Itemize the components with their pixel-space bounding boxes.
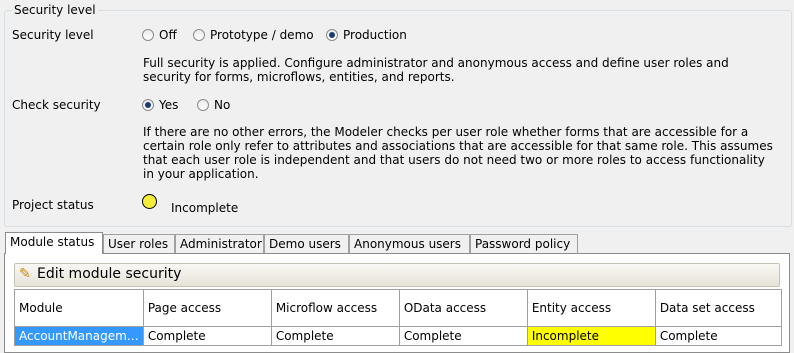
status-indicator-icon <box>142 194 157 209</box>
column-header-module[interactable]: Module <box>14 289 144 327</box>
security-level-group <box>4 10 792 227</box>
radio-off[interactable]: Off <box>142 28 177 42</box>
column-header-entity-access[interactable]: Entity access <box>526 289 656 327</box>
tab-anonymous-users[interactable]: Anonymous users <box>349 234 470 253</box>
table-header-row: Module Page access Microflow access ODat… <box>14 289 782 327</box>
column-header-microflow-access[interactable]: Microflow access <box>270 289 400 327</box>
radio-indicator-selected[interactable] <box>142 99 154 111</box>
radio-no[interactable]: No <box>197 98 230 112</box>
cell-entity-access[interactable]: Incomplete <box>526 326 656 346</box>
module-status-table: Module Page access Microflow access ODat… <box>14 289 782 346</box>
radio-prototype-demo[interactable]: Prototype / demo <box>193 28 314 42</box>
column-header-data-set-access[interactable]: Data set access <box>654 289 782 327</box>
column-header-odata-access[interactable]: OData access <box>398 289 528 327</box>
check-security-description: If there are no other errors, the Modele… <box>143 125 773 181</box>
cell-module[interactable]: AccountManagem… <box>14 326 144 346</box>
group-title: Security level <box>12 3 98 17</box>
edit-module-security-label: Edit module security <box>37 266 182 282</box>
security-level-description: Full security is applied. Configure admi… <box>143 56 729 84</box>
radio-indicator-selected[interactable] <box>326 29 338 41</box>
column-header-page-access[interactable]: Page access <box>142 289 272 327</box>
project-status-value: Incomplete <box>171 201 239 215</box>
tab-password-policy[interactable]: Password policy <box>470 234 578 253</box>
tab-demo-users[interactable]: Demo users <box>264 234 349 253</box>
tab-user-roles[interactable]: User roles <box>103 234 175 253</box>
radio-indicator[interactable] <box>197 99 209 111</box>
edit-module-security-button[interactable]: ✎ Edit module security <box>14 263 780 287</box>
radio-production[interactable]: Production <box>326 28 407 42</box>
pencil-icon: ✎ <box>19 266 31 282</box>
cell-odata-access[interactable]: Complete <box>398 326 528 346</box>
radio-indicator[interactable] <box>193 29 205 41</box>
cell-data-set-access[interactable]: Complete <box>654 326 782 346</box>
table-row[interactable]: AccountManagem… Complete Complete Comple… <box>14 326 782 346</box>
security-level-label: Security level <box>12 28 94 42</box>
project-status-label: Project status <box>12 198 94 212</box>
tab-module-status[interactable]: Module status <box>5 232 103 254</box>
cell-page-access[interactable]: Complete <box>142 326 272 346</box>
tab-administrator[interactable]: Administrator <box>175 234 264 253</box>
radio-yes[interactable]: Yes <box>142 98 178 112</box>
cell-microflow-access[interactable]: Complete <box>270 326 400 346</box>
radio-indicator[interactable] <box>142 29 154 41</box>
check-security-label: Check security <box>12 98 101 112</box>
